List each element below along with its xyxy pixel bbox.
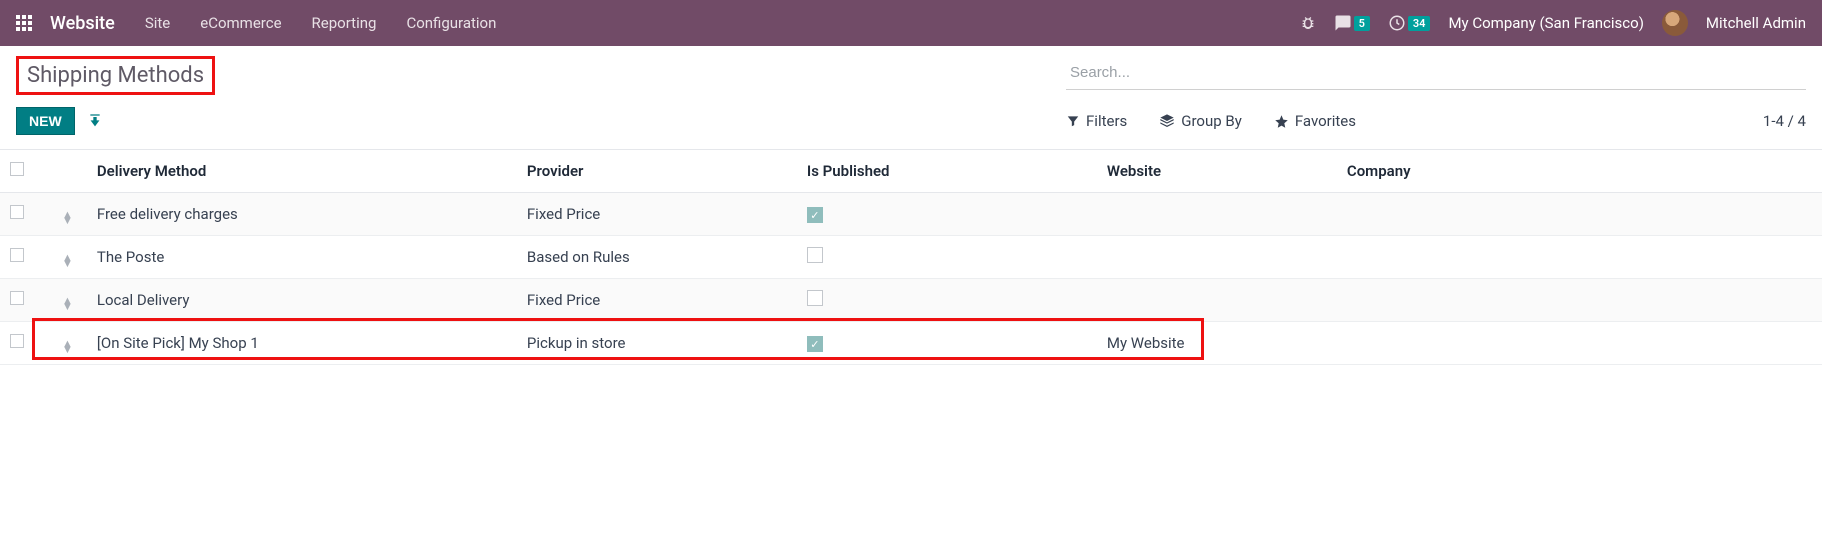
apps-icon[interactable]: [16, 15, 32, 31]
cell-company: [1337, 236, 1822, 279]
download-icon[interactable]: [87, 113, 103, 129]
new-button[interactable]: NEW: [16, 107, 75, 135]
messages-icon[interactable]: 5: [1334, 14, 1370, 32]
cell-website: [1097, 193, 1337, 236]
activities-icon[interactable]: 34: [1388, 14, 1431, 32]
col-website[interactable]: Website: [1097, 150, 1337, 193]
activities-badge: 34: [1408, 16, 1431, 31]
records-table: Delivery Method Provider Is Published We…: [0, 149, 1822, 365]
favorites-button[interactable]: Favorites: [1274, 112, 1356, 130]
debug-icon[interactable]: [1300, 15, 1316, 31]
cell-website: [1097, 279, 1337, 322]
drag-handle-icon[interactable]: ▲▼: [62, 298, 73, 310]
row-checkbox[interactable]: [10, 291, 24, 305]
filters-button[interactable]: Filters: [1066, 112, 1127, 130]
col-delivery-method[interactable]: Delivery Method: [87, 150, 517, 193]
row-checkbox[interactable]: [10, 205, 24, 219]
nav-site[interactable]: Site: [145, 14, 170, 32]
nav-configuration[interactable]: Configuration: [406, 14, 496, 32]
cell-website: My Website: [1097, 322, 1337, 365]
cell-method: Local Delivery: [87, 279, 517, 322]
row-checkbox[interactable]: [10, 248, 24, 262]
cell-website: [1097, 236, 1337, 279]
messages-badge: 5: [1354, 16, 1370, 31]
groupby-label: Group By: [1181, 112, 1242, 130]
top-navbar: Website Site eCommerce Reporting Configu…: [0, 0, 1822, 46]
star-icon: [1274, 114, 1289, 129]
user-menu[interactable]: Mitchell Admin: [1706, 14, 1806, 32]
table-row[interactable]: ▲▼ The Poste Based on Rules: [0, 236, 1822, 279]
company-switcher[interactable]: My Company (San Francisco): [1448, 14, 1643, 32]
app-brand[interactable]: Website: [50, 13, 115, 34]
groupby-button[interactable]: Group By: [1159, 112, 1242, 130]
check-icon: ✓: [807, 207, 823, 223]
cell-company: [1337, 322, 1822, 365]
nav-reporting[interactable]: Reporting: [312, 14, 377, 32]
drag-handle-icon[interactable]: ▲▼: [62, 255, 73, 267]
search-input[interactable]: [1066, 56, 1806, 90]
cell-company: [1337, 279, 1822, 322]
table-row[interactable]: ▲▼ [On Site Pick] My Shop 1 Pickup in st…: [0, 322, 1822, 365]
funnel-icon: [1066, 114, 1080, 128]
nav-ecommerce[interactable]: eCommerce: [200, 14, 281, 32]
table-header-row: Delivery Method Provider Is Published We…: [0, 150, 1822, 193]
favorites-label: Favorites: [1295, 112, 1356, 130]
cell-provider: Fixed Price: [517, 193, 797, 236]
cell-provider: Based on Rules: [517, 236, 797, 279]
table-row[interactable]: ▲▼ Free delivery charges Fixed Price ✓: [0, 193, 1822, 236]
check-icon: ✓: [807, 336, 823, 352]
row-checkbox[interactable]: [10, 334, 24, 348]
drag-handle-icon[interactable]: ▲▼: [62, 341, 73, 353]
cell-published: ✓: [797, 322, 1097, 365]
control-panel: Shipping Methods NEW Filters Group By Fa…: [0, 46, 1822, 143]
avatar[interactable]: [1662, 10, 1688, 36]
cell-published: ✓: [797, 193, 1097, 236]
layers-icon: [1159, 113, 1175, 129]
col-provider[interactable]: Provider: [517, 150, 797, 193]
check-icon: [807, 247, 823, 263]
cell-method: The Poste: [87, 236, 517, 279]
breadcrumb: Shipping Methods: [16, 56, 215, 95]
table-row[interactable]: ▲▼ Local Delivery Fixed Price: [0, 279, 1822, 322]
cell-provider: Pickup in store: [517, 322, 797, 365]
pager[interactable]: 1-4 / 4: [1763, 112, 1806, 130]
drag-handle-icon[interactable]: ▲▼: [62, 212, 73, 224]
filters-label: Filters: [1086, 112, 1127, 130]
col-company[interactable]: Company: [1337, 150, 1822, 193]
select-all-checkbox[interactable]: [10, 162, 24, 176]
cell-published: [797, 279, 1097, 322]
cell-method: Free delivery charges: [87, 193, 517, 236]
cell-provider: Fixed Price: [517, 279, 797, 322]
cell-published: [797, 236, 1097, 279]
check-icon: [807, 290, 823, 306]
cell-company: [1337, 193, 1822, 236]
cell-method: [On Site Pick] My Shop 1: [87, 322, 517, 365]
col-is-published[interactable]: Is Published: [797, 150, 1097, 193]
